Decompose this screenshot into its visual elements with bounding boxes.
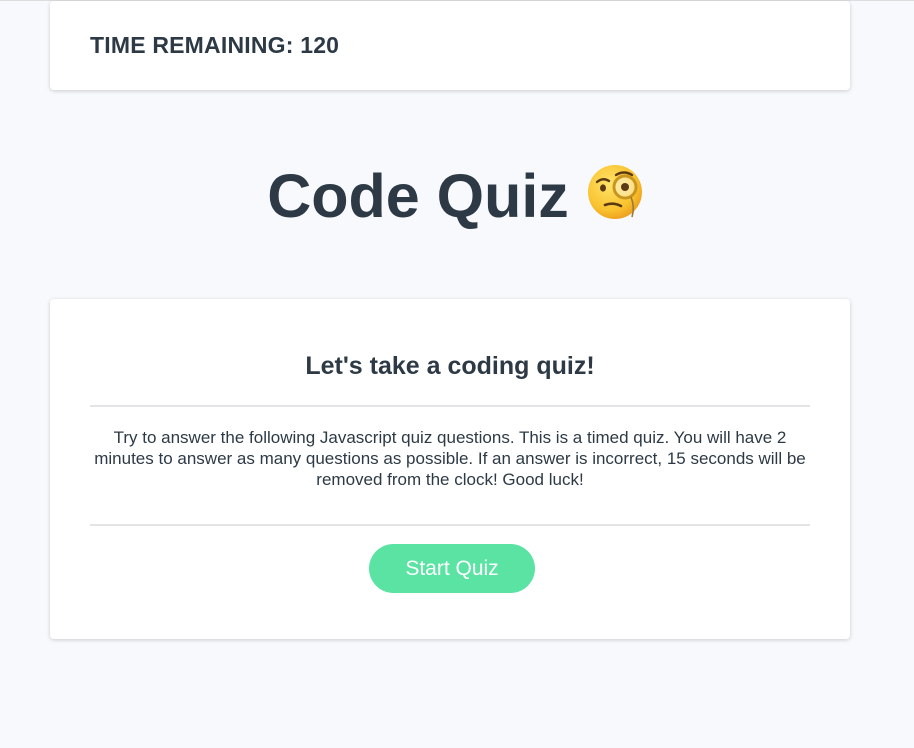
page-title-text: Code Quiz bbox=[267, 162, 569, 230]
time-remaining-label: TIME REMAINING: bbox=[90, 32, 294, 58]
start-quiz-button[interactable]: Start Quiz bbox=[369, 544, 535, 593]
intro-heading: Let's take a coding quiz! bbox=[305, 352, 595, 380]
page-title: Code Quiz bbox=[0, 161, 914, 231]
time-remaining: TIME REMAINING: 120 bbox=[90, 32, 339, 59]
divider-bottom bbox=[90, 524, 810, 526]
face-with-monocle-icon bbox=[587, 162, 647, 222]
divider-top bbox=[90, 405, 810, 407]
timer-card: TIME REMAINING: 120 bbox=[50, 1, 850, 90]
time-remaining-value: 120 bbox=[300, 32, 340, 58]
intro-description: Try to answer the following Javascript q… bbox=[94, 428, 806, 489]
intro-card: Let's take a coding quiz! Try to answer … bbox=[50, 299, 850, 639]
